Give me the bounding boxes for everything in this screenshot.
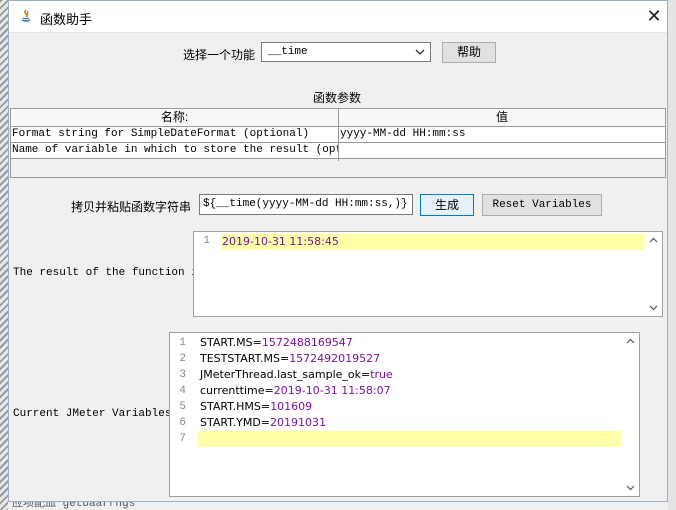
function-select[interactable]: __time <box>261 42 431 62</box>
line-number: 1 <box>179 337 186 349</box>
variable-key: TESTSTART.MS= <box>200 352 290 365</box>
result-value: 2019-10-31 11:58:45 <box>222 235 339 248</box>
variable-key: currenttime= <box>200 384 274 397</box>
function-select-label: 选择一个功能 <box>183 48 256 62</box>
variable-line: currenttime=2019-10-31 11:58:07 <box>200 383 391 399</box>
variable-line: START.YMD=20191031 <box>200 415 326 431</box>
vertical-scrollbar[interactable] <box>645 232 662 316</box>
function-string-field[interactable]: ${__time(yyyy-MM-dd HH:mm:ss,)} <box>199 194 413 215</box>
variable-line: START.HMS=101609 <box>200 399 312 415</box>
line-number: 4 <box>179 385 186 397</box>
copy-paste-label: 拷贝并粘贴函数字符串 <box>71 200 192 214</box>
params-section-title: 函数参数 <box>313 91 362 105</box>
title-bar[interactable]: 函数助手 ✕ <box>9 1 667 33</box>
window-title: 函数助手 <box>40 12 93 27</box>
variable-key: JMeterThread.last_sample_ok= <box>200 368 371 381</box>
background-editor-edge <box>0 0 8 510</box>
reset-variables-button[interactable]: Reset Variables <box>482 194 602 216</box>
current-line-highlight <box>197 431 621 447</box>
java-icon <box>21 9 31 22</box>
scroll-up-icon[interactable] <box>626 337 635 346</box>
column-header-value[interactable]: 值 <box>339 109 665 127</box>
background-right-edge <box>668 0 676 510</box>
vertical-scrollbar[interactable] <box>622 333 639 496</box>
variables-label: Current JMeter Variables <box>13 408 172 420</box>
params-table: 名称: 值 Format string for SimpleDateFormat… <box>10 108 666 178</box>
line-number: 2 <box>179 353 186 365</box>
variable-value: true <box>370 368 393 381</box>
line-number: 7 <box>179 433 186 445</box>
column-header-name[interactable]: 名称: <box>11 109 338 127</box>
variable-value: 1572488169547 <box>261 336 353 349</box>
variable-value: 101609 <box>270 400 313 413</box>
variable-key: START.YMD= <box>200 416 271 429</box>
column-divider <box>338 109 339 161</box>
line-number: 6 <box>179 417 186 429</box>
variable-value: 20191031 <box>270 416 327 429</box>
function-select-value: __time <box>268 46 308 58</box>
variable-key: START.MS= <box>200 336 262 349</box>
table-row-value[interactable] <box>339 143 665 159</box>
variables-area[interactable]: 1 START.MS=1572488169547 2 TESTSTART.MS=… <box>169 332 640 497</box>
chevron-down-icon <box>415 49 425 55</box>
line-number: 1 <box>203 235 210 247</box>
close-icon[interactable]: ✕ <box>643 5 665 27</box>
variable-line: TESTSTART.MS=1572492019527 <box>200 351 380 367</box>
generate-button[interactable]: 生成 <box>420 194 474 216</box>
line-number: 3 <box>179 369 186 381</box>
table-row-name[interactable]: Name of variable in which to store the r… <box>11 143 338 159</box>
variable-value: 2019-10-31 11:58:07 <box>273 384 391 397</box>
result-label: The result of the function is <box>13 267 205 279</box>
variable-line: START.MS=1572488169547 <box>200 335 353 351</box>
table-row-value[interactable]: yyyy-MM-dd HH:mm:ss <box>339 127 665 143</box>
result-area[interactable]: 1 2019-10-31 11:58:45 <box>193 231 663 317</box>
variable-value: 1572492019527 <box>289 352 381 365</box>
table-row-name[interactable]: Format string for SimpleDateFormat (opti… <box>11 127 338 143</box>
variable-key: START.HMS= <box>200 400 271 413</box>
function-helper-dialog: 函数助手 ✕ 选择一个功能 __time 帮助 函数参数 名称: 值 Forma… <box>8 0 668 502</box>
scroll-down-icon[interactable] <box>649 303 658 312</box>
scroll-up-icon[interactable] <box>649 236 658 245</box>
line-number: 5 <box>179 401 186 413</box>
variable-line: JMeterThread.last_sample_ok=true <box>200 367 393 383</box>
help-button[interactable]: 帮助 <box>442 42 496 63</box>
scroll-down-icon[interactable] <box>626 483 635 492</box>
